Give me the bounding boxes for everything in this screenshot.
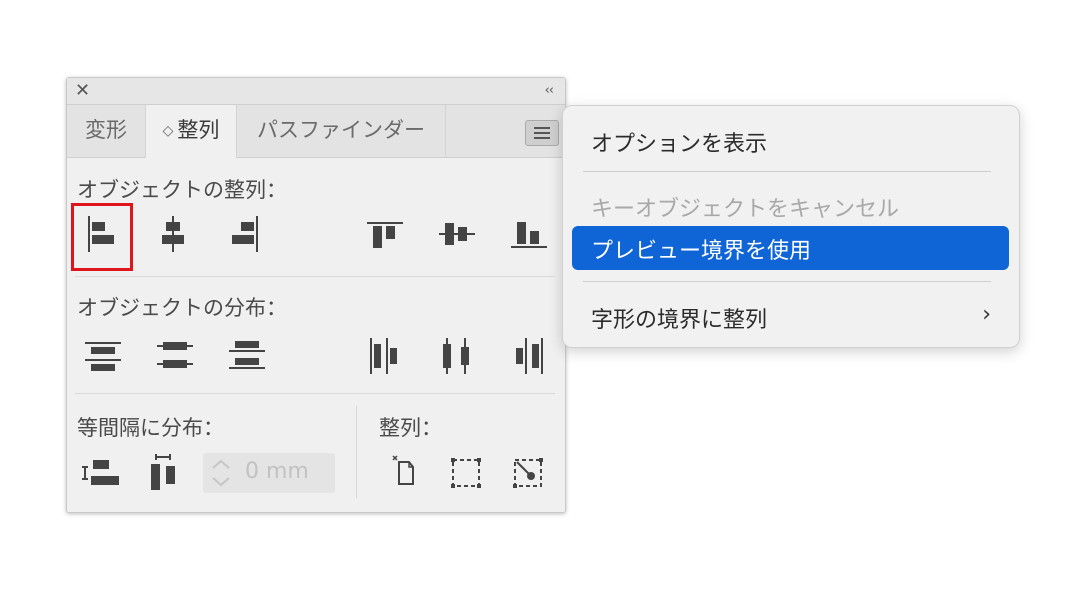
divider: [356, 406, 357, 498]
panel-titlebar: ✕ ‹‹: [67, 78, 565, 105]
distribute-vertical-center-icon[interactable]: [149, 330, 201, 382]
panel-options-menu: オプションを表示 キーオブジェクトをキャンセル プレビュー境界を使用 字形の境界…: [562, 105, 1020, 348]
hamburger-menu-icon[interactable]: [525, 120, 559, 146]
tab-label: 変形: [85, 118, 127, 142]
align-to-label: 整列：: [379, 416, 442, 440]
menu-item-show-options[interactable]: オプションを表示: [591, 126, 767, 158]
distribute-right-icon[interactable]: [503, 330, 555, 382]
menu-item-label: プレビュー境界を使用: [591, 239, 812, 264]
align-left-icon[interactable]: [75, 208, 127, 260]
distribute-bottom-icon[interactable]: [221, 330, 273, 382]
align-right-icon[interactable]: [219, 208, 271, 260]
tab-label: 整列: [177, 118, 220, 142]
collapse-icon[interactable]: ‹‹: [545, 82, 554, 100]
tab-bar: 変形 ◇ 整列 パスファインダー: [67, 105, 565, 158]
align-bottom-icon[interactable]: [503, 208, 555, 260]
align-top-icon[interactable]: [359, 208, 411, 260]
distribute-top-icon[interactable]: [77, 330, 129, 382]
close-icon[interactable]: ✕: [75, 81, 90, 101]
align-panel: ✕ ‹‹ 変形 ◇ 整列 パスファインダー オブジェクトの整列： オブジェクトの…: [66, 77, 566, 513]
align-to-artboard-icon[interactable]: [503, 448, 555, 500]
align-to-selection-icon[interactable]: [441, 448, 493, 500]
tab-pathfinder[interactable]: パスファインダー: [237, 105, 446, 157]
menu-separator: [583, 281, 991, 282]
distribute-objects-label: オブジェクトの分布：: [77, 296, 287, 320]
horizontal-distribute-space-icon[interactable]: [139, 448, 191, 500]
menu-item-cancel-key-object: キーオブジェクトをキャンセル: [591, 197, 900, 222]
spacing-value: 0 mm: [245, 459, 309, 484]
distribute-horizontal-center-icon[interactable]: [431, 330, 483, 382]
divider: [75, 393, 555, 394]
menu-separator: [583, 171, 991, 172]
align-objects-label: オブジェクトの整列：: [77, 178, 287, 202]
divider: [75, 276, 555, 277]
tab-transform[interactable]: 変形: [67, 105, 146, 157]
align-vertical-center-icon[interactable]: [431, 208, 483, 260]
distribute-left-icon[interactable]: [359, 330, 411, 382]
spacing-stepper[interactable]: 0 mm: [203, 453, 335, 493]
align-horizontal-center-icon[interactable]: [147, 208, 199, 260]
chevron-right-icon: ›: [982, 302, 991, 327]
stepper-arrows-icon[interactable]: [207, 455, 235, 491]
tab-align[interactable]: ◇ 整列: [146, 105, 237, 158]
menu-item-align-to-glyph-bounds[interactable]: 字形の境界に整列: [591, 302, 767, 334]
tab-arrows-icon: ◇: [162, 123, 174, 139]
distribute-spacing-label: 等間隔に分布：: [77, 416, 224, 440]
menu-item-use-preview-bounds[interactable]: プレビュー境界を使用: [572, 226, 1009, 270]
align-to-key-object-icon[interactable]: [377, 448, 429, 500]
tab-label: パスファインダー: [257, 118, 425, 142]
vertical-distribute-space-icon[interactable]: [77, 448, 129, 500]
